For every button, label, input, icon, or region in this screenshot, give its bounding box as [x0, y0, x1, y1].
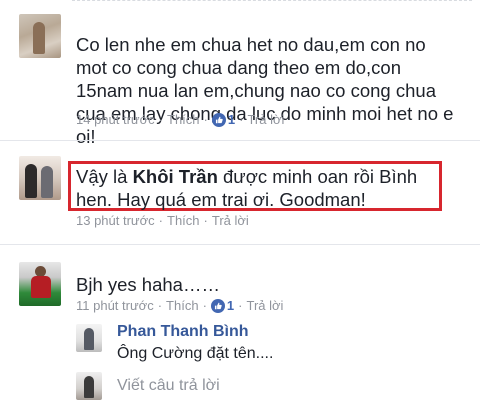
comment-meta: 11 phút trước · Thích · 1 · Trả lời: [76, 298, 283, 313]
reply-avatar[interactable]: [76, 324, 102, 352]
cropped-line: [0, 262, 480, 268]
reply-link[interactable]: Trả lời: [212, 213, 249, 228]
avatar[interactable]: [19, 156, 61, 200]
like-count: 1: [226, 298, 235, 313]
comment-text-before: Vậy là: [76, 166, 133, 187]
separator: ·: [203, 112, 208, 127]
comment-divider: [0, 244, 480, 245]
separator: ·: [202, 298, 207, 313]
thumbs-up-icon: [210, 298, 225, 313]
reply-author: Phan Thanh Bình: [117, 322, 249, 342]
like-count: 1: [227, 112, 236, 127]
avatar[interactable]: [19, 262, 61, 306]
composer-avatar: [76, 372, 102, 400]
like-count-badge[interactable]: 1: [210, 298, 235, 313]
reply-link[interactable]: Trả lời: [247, 112, 284, 127]
separator: ·: [203, 213, 208, 228]
like-link[interactable]: Thích: [167, 112, 200, 127]
reply-input[interactable]: Viết câu trả lời: [117, 376, 220, 396]
tagged-name-link[interactable]: Khôi Trần: [133, 166, 218, 187]
thumbs-up-icon: [211, 112, 226, 127]
avatar[interactable]: [19, 14, 61, 58]
separator: ·: [157, 298, 163, 313]
reply-text: Ông Cường đặt tên....: [117, 345, 274, 362]
previous-comment-edge: [72, 0, 472, 7]
comment-meta: 13 phút trước · Thích · Trả lời: [76, 213, 249, 228]
comment-time[interactable]: 13 phút trước: [76, 213, 155, 228]
comment-text: Co len nhe em chua het no dau,em con no …: [76, 34, 459, 147]
comment-time[interactable]: 11 phút trước: [76, 298, 154, 313]
reply-author-link[interactable]: Phan Thanh Bình: [117, 323, 249, 340]
comment-divider: [0, 140, 480, 141]
comment-text: Bjh yes haha……: [76, 274, 220, 295]
like-link[interactable]: Thích: [166, 298, 199, 313]
comment-time[interactable]: 14 phút trước: [76, 112, 155, 127]
like-count-badge[interactable]: 1: [211, 112, 236, 127]
comment-text: Vậy là Khôi Trần được minh oan rồi Bình …: [76, 165, 441, 211]
comment-meta: 14 phút trước · Thích · 1 · Trả lời: [76, 112, 284, 127]
like-link[interactable]: Thích: [167, 213, 200, 228]
reply-link[interactable]: Trả lời: [246, 298, 283, 313]
separator: ·: [158, 112, 163, 127]
separator: ·: [238, 298, 243, 313]
separator: ·: [158, 213, 163, 228]
separator: ·: [239, 112, 244, 127]
